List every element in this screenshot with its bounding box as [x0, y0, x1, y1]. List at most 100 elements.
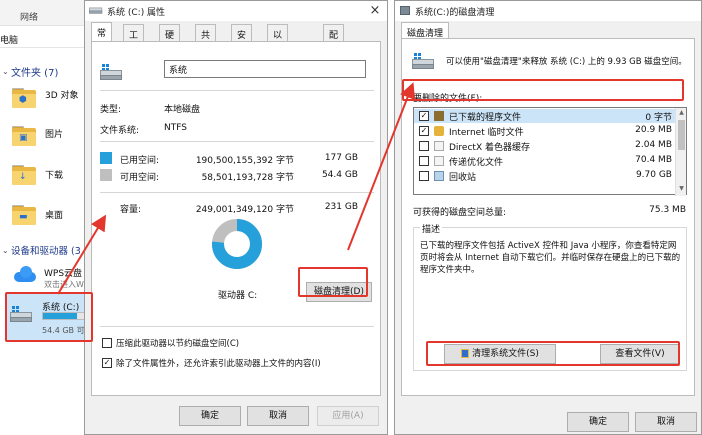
drive-icon [100, 64, 122, 80]
list-item[interactable]: DirectX 着色器缓存 2.04 MB [414, 139, 676, 153]
folder-downloads-label[interactable]: 下载 [45, 168, 63, 181]
properties-titlebar[interactable]: 系统 (C:) 属性 × [85, 1, 387, 21]
item-checkbox[interactable]: ✓ [419, 111, 429, 121]
file-icon [434, 156, 444, 166]
item-size: 9.70 GB [635, 170, 672, 180]
ok-button[interactable]: 确定 [179, 406, 241, 426]
tab-sharing[interactable]: 共享 [195, 24, 217, 54]
item-label: 传递优化文件 [449, 158, 504, 168]
item-checkbox[interactable] [419, 156, 429, 166]
drive-name-input[interactable]: 系统 [164, 60, 366, 78]
folder-desktop-icon[interactable]: ▬ [12, 205, 38, 225]
recycle-bin-icon [434, 171, 444, 181]
item-size: 0 字节 [645, 113, 672, 123]
type-label: 类型: [100, 105, 122, 115]
description-legend: 描述 [420, 222, 443, 235]
index-checkbox[interactable]: ✓ [102, 358, 112, 368]
used-space-bytes: 190,500,155,392 字节 [195, 156, 294, 166]
general-tab-panel: 系统 类型: 本地磁盘 文件系统: NTFS 已用空间: 190,500,155… [91, 41, 381, 396]
total-space-value: 75.3 MB [649, 205, 686, 215]
cloud-icon[interactable] [14, 266, 40, 282]
list-scrollbar[interactable]: ▲ ▼ [675, 108, 686, 196]
divider [100, 326, 374, 327]
list-item[interactable]: 回收站 9.70 GB [414, 169, 676, 183]
used-space-label: 已用空间: [120, 156, 160, 166]
cleanup-intro: 可以使用"磁盘清理"来释放 系统 (C:) 上的 9.93 GB 磁盘空间。 [446, 57, 687, 67]
folder-pictures-icon[interactable]: ▣ [12, 126, 38, 146]
item-checkbox[interactable] [419, 171, 429, 181]
cancel-button[interactable]: 取消 [635, 412, 697, 432]
address-fragment: 电脑 [0, 36, 19, 46]
tab-previous-versions[interactable]: 以前的版本 [267, 24, 289, 93]
file-icon [434, 141, 444, 151]
compress-label: 压缩此驱动器以节约磁盘空间(C) [116, 339, 240, 349]
capacity-label: 容量: [120, 205, 142, 215]
highlight-files-label [402, 79, 684, 101]
folders-group-header[interactable]: 文件夹 (7) [11, 64, 58, 79]
ok-button[interactable]: 确定 [567, 412, 629, 432]
folder-downloads-icon[interactable]: ↓ [12, 165, 38, 185]
lock-icon [434, 126, 444, 136]
scroll-thumb[interactable] [678, 120, 685, 150]
used-space-gb: 177 GB [324, 153, 358, 163]
free-space-label: 可用空间: [120, 173, 160, 183]
list-item[interactable]: ✓ Internet 临时文件 20.9 MB [414, 124, 676, 138]
item-checkbox[interactable]: ✓ [419, 126, 429, 136]
type-value: 本地磁盘 [164, 105, 201, 115]
folder-desktop-label[interactable]: 桌面 [45, 208, 63, 221]
item-size: 20.9 MB [635, 125, 672, 135]
index-label: 除了文件属性外，还允许索引此驱动器上文件的内容(I) [116, 359, 321, 369]
folder-3d-objects-icon[interactable]: ⬢ [12, 88, 38, 108]
cleanup-titlebar[interactable]: 系统(C:)的磁盘清理 [395, 1, 701, 21]
item-size: 70.4 MB [635, 155, 672, 165]
drive-icon [89, 4, 103, 14]
item-label: DirectX 着色器缓存 [449, 143, 530, 153]
tab-quota[interactable]: 配额 [323, 24, 345, 54]
filesystem-label: 文件系统: [100, 126, 140, 136]
highlight-drive-c [5, 292, 93, 342]
item-label: 回收站 [449, 173, 477, 183]
free-space-gb: 54.4 GB [321, 170, 358, 180]
scroll-down-icon[interactable]: ▼ [677, 185, 686, 194]
capacity-gb: 231 GB [324, 202, 358, 212]
drive-icon [412, 53, 434, 69]
description-text: 已下载的程序文件包括 ActiveX 控件和 Java 小程序，你查看特定网页时… [420, 241, 681, 275]
item-label: 已下载的程序文件 [449, 113, 522, 123]
tab-disk-cleanup[interactable]: 磁盘清理 [401, 22, 450, 39]
disk-usage-donut [212, 219, 262, 269]
highlight-action-buttons [426, 341, 680, 366]
chevron-down-icon[interactable]: ⌄ [2, 67, 10, 76]
list-item[interactable]: ✓ 已下载的程序文件 0 字节 [414, 109, 676, 123]
chevron-down-icon[interactable]: ⌄ [2, 246, 10, 255]
tab-hardware[interactable]: 硬件 [159, 24, 181, 54]
compress-checkbox[interactable] [102, 338, 112, 348]
capacity-bytes: 249,001,349,120 字节 [195, 205, 294, 215]
folder-pictures-label[interactable]: 图片 [45, 127, 63, 140]
files-to-delete-list[interactable]: ✓ 已下载的程序文件 0 字节 ✓ Internet 临时文件 20.9 MB … [413, 107, 687, 196]
tab-security[interactable]: 安全 [231, 24, 253, 54]
item-size: 2.04 MB [635, 140, 672, 150]
properties-title: 系统 (C:) 属性 [107, 8, 166, 18]
free-space-swatch [100, 169, 112, 181]
tab-general[interactable]: 常规 [91, 22, 113, 52]
cancel-button[interactable]: 取消 [247, 406, 309, 426]
apply-button[interactable]: 应用(A) [317, 406, 379, 426]
folder-3d-objects-label[interactable]: 3D 对象 [45, 88, 79, 101]
disk-cleanup-dialog: 系统(C:)的磁盘清理 磁盘清理 可以使用"磁盘清理"来释放 系统 (C:) 上… [394, 0, 702, 435]
scroll-up-icon[interactable]: ▲ [677, 109, 686, 118]
item-checkbox[interactable] [419, 141, 429, 151]
wps-cloud-label[interactable]: WPS云盘 [44, 266, 82, 279]
highlight-cleanup-button [298, 267, 368, 297]
drive-letter-label: 驱动器 C: [218, 291, 258, 301]
used-space-swatch [100, 152, 112, 164]
list-item[interactable]: 传递优化文件 70.4 MB [414, 154, 676, 168]
filesystem-value: NTFS [164, 123, 187, 133]
close-icon[interactable]: × [365, 2, 385, 20]
cleanup-title: 系统(C:)的磁盘清理 [415, 8, 495, 18]
downloaded-programs-icon [434, 111, 444, 121]
properties-dialog: 系统 (C:) 属性 × 常规 工具 硬件 共享 安全 以前的版本 配额 系统 … [84, 0, 388, 435]
devices-group-header[interactable]: 设备和驱动器 (3 [11, 243, 81, 257]
ribbon-network-label[interactable]: 网络 [20, 10, 38, 23]
wps-cloud-sub: 双击进入W [44, 280, 84, 289]
tab-tools[interactable]: 工具 [123, 24, 145, 54]
